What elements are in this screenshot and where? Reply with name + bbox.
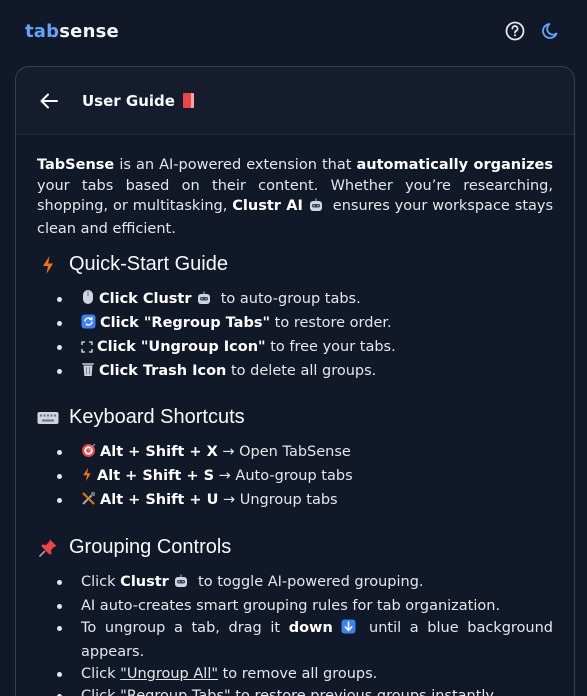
list-item: Click "Ungroup All" to remove all groups… [55, 663, 553, 685]
panel-header: User Guide [16, 67, 574, 135]
item-text: to restore previous groups instantly. [230, 688, 497, 696]
intro-text-1: is an AI-powered extension that [114, 157, 357, 173]
quickstart-heading: Quick-Start Guide [37, 253, 553, 276]
top-icons [504, 20, 562, 42]
grouping-heading: Grouping Controls [37, 536, 553, 559]
item-text: to toggle AI-powered grouping. [193, 574, 424, 590]
item-text: to restore order. [270, 315, 392, 331]
ungroup-icon [81, 338, 93, 360]
ungroup-all-link[interactable]: "Ungroup All" [120, 666, 218, 682]
list-item: Click "Regroup Tabs" to restore previous… [55, 685, 553, 696]
list-item: Click Trash Icon to delete all groups. [55, 360, 553, 384]
item-text: to remove all groups. [218, 666, 378, 682]
list-item: Click Clustr to auto-group tabs. [55, 288, 553, 312]
keyboard-icon [37, 411, 59, 425]
shortcut-action: → Ungroup tabs [218, 492, 338, 508]
item-text: To ungroup a tab, drag it [81, 620, 289, 636]
shortcuts-heading: Keyboard Shortcuts [37, 406, 553, 429]
target-icon [81, 443, 96, 465]
intro-bold-1: automatically organizes [356, 157, 554, 173]
list-item: To ungroup a tab, drag it down until a b… [55, 617, 553, 663]
grouping-list: Click Clustr to toggle AI-powered groupi… [55, 571, 553, 696]
grouping-title: Grouping Controls [69, 536, 232, 558]
item-text: Click [81, 666, 121, 682]
item-bold: Clustr [120, 574, 169, 590]
shortcut-keys: Alt + Shift + U [100, 492, 219, 508]
regroup-tabs-link[interactable]: "Regroup Tabs" [120, 688, 231, 696]
user-guide-panel: User Guide TabSense is an AI-powered ext… [15, 66, 575, 696]
list-item: Click "Regroup Tabs" to restore order. [55, 312, 553, 336]
tools-icon [81, 491, 96, 513]
item-text: to auto-group tabs. [216, 291, 361, 307]
mouse-icon [81, 289, 95, 312]
shortcuts-list: Alt + Shift + X → Open TabSense Alt + Sh… [55, 441, 553, 513]
item-bold: down [288, 620, 333, 636]
page-title-text: User Guide [82, 91, 175, 110]
list-item: Click Clustr to toggle AI-powered groupi… [55, 571, 553, 595]
item-bold: Click "Regroup Tabs" [100, 315, 271, 331]
item-text: AI auto-creates smart grouping rules for… [81, 598, 501, 614]
shortcut-keys: Alt + Shift + S [97, 468, 215, 484]
quickstart-list: Click Clustr to auto-group tabs. Click "… [55, 288, 553, 384]
item-text: to delete all groups. [226, 363, 377, 379]
item-text: to free your tabs. [265, 339, 396, 355]
guide-content: TabSense is an AI-powered extension that… [16, 135, 574, 696]
trash-icon [81, 361, 95, 384]
item-bold: Click Trash Icon [99, 363, 227, 379]
intro-brand: TabSense [37, 157, 115, 173]
book-icon [182, 93, 194, 108]
list-item: Alt + Shift + S → Auto-group tabs [55, 465, 553, 489]
robot-icon [173, 573, 189, 595]
logo-part-sense: sense [59, 20, 119, 42]
refresh-icon [81, 314, 96, 336]
help-icon[interactable] [504, 20, 526, 42]
list-item: Alt + Shift + U → Ungroup tabs [55, 489, 553, 513]
robot-icon [308, 198, 324, 219]
shortcut-action: → Open TabSense [217, 444, 351, 460]
dark-mode-moon-icon[interactable] [540, 20, 562, 42]
back-arrow-icon[interactable] [38, 90, 60, 112]
intro-paragraph: TabSense is an AI-powered extension that… [37, 155, 553, 239]
page-title: User Guide [82, 92, 194, 110]
shortcuts-title: Keyboard Shortcuts [69, 406, 245, 428]
item-bold: Click Clustr [99, 291, 192, 307]
shortcut-action: → Auto-group tabs [214, 468, 353, 484]
item-bold: Click "Ungroup Icon" [97, 339, 266, 355]
down-arrow-icon [341, 619, 356, 641]
list-item: Alt + Shift + X → Open TabSense [55, 441, 553, 465]
intro-bold-2: Clustr AI [232, 198, 303, 214]
top-bar: tabsense [0, 0, 587, 62]
app-logo: tabsense [25, 21, 119, 42]
lightning-icon [81, 467, 93, 489]
list-item: Click "Ungroup Icon" to free your tabs. [55, 336, 553, 360]
quickstart-title: Quick-Start Guide [69, 253, 228, 275]
robot-icon [196, 290, 212, 312]
list-item: AI auto-creates smart grouping rules for… [55, 595, 553, 617]
logo-part-tab: tab [25, 20, 60, 42]
lightning-icon [37, 255, 59, 275]
item-text: Click [81, 688, 121, 696]
shortcut-keys: Alt + Shift + X [100, 444, 218, 460]
item-text: Click [81, 574, 121, 590]
pushpin-icon [37, 538, 59, 558]
